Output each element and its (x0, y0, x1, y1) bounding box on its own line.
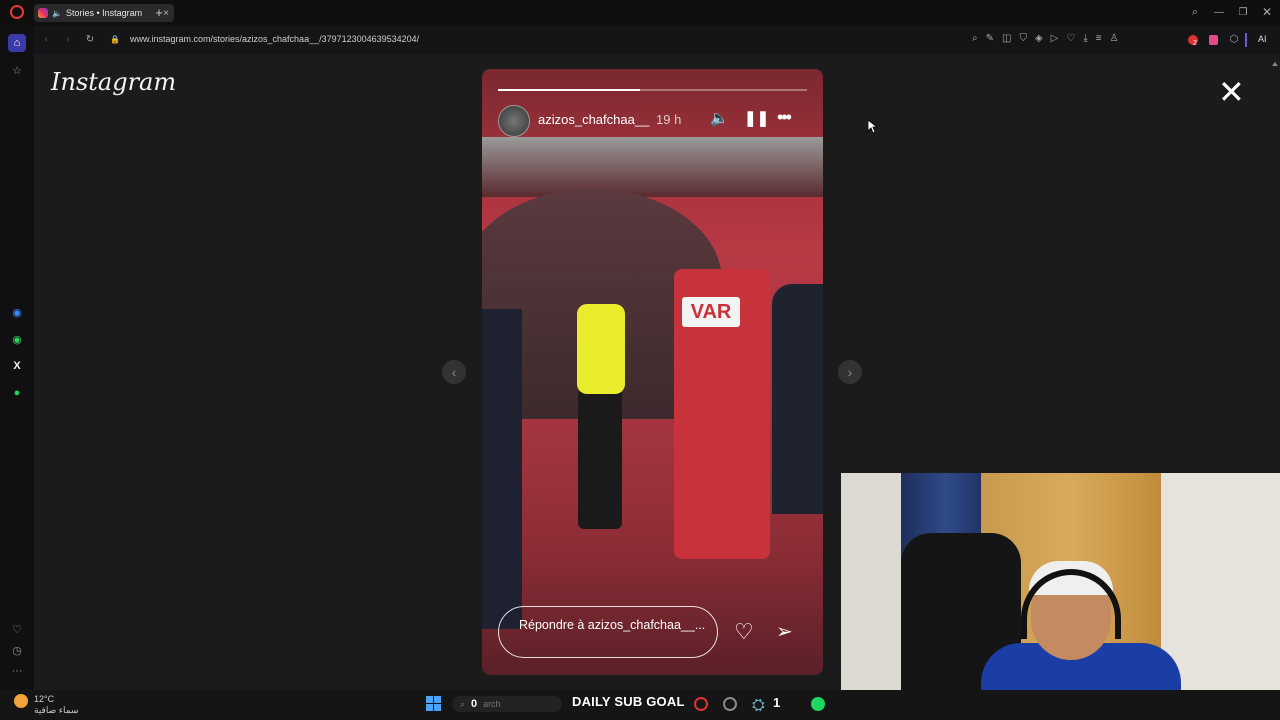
windows-start-icon[interactable] (426, 696, 441, 711)
like-icon[interactable]: ♡ (734, 619, 754, 645)
taskbar-search[interactable]: ⌕ 0 arch (452, 696, 562, 712)
extensions-icon[interactable]: ⬡ (1228, 33, 1240, 45)
obs-icon[interactable] (723, 697, 737, 711)
volume-icon[interactable]: 🔈 (710, 109, 729, 127)
url-input[interactable]: www.instagram.com/stories/azizos_chafcha… (130, 34, 419, 44)
daily-sub-goal-text: DAILY SUB GOAL (572, 694, 685, 709)
counter-text: 1 (773, 695, 781, 710)
play-icon[interactable]: ▷ (1051, 33, 1059, 44)
story-person-left (482, 309, 522, 629)
download-icon[interactable]: ⤓ (1083, 33, 1087, 44)
zoom-icon[interactable]: ⌕ (972, 33, 978, 44)
profile-icon[interactable]: ♙ (1110, 33, 1119, 44)
weather-desc: سماء صافية (34, 705, 79, 715)
opera-logo-icon[interactable] (10, 5, 24, 19)
opera-taskbar-icon[interactable] (694, 697, 708, 711)
instagram-logo[interactable]: Instagram (51, 68, 176, 96)
toolbar-icons: ⌕ ✎ ◫ ⛉ ◈ ▷ ♡ ⤓ ≡ ♙ (972, 33, 1119, 44)
weather-temp[interactable]: 12°C (34, 694, 54, 704)
x-icon[interactable]: X (8, 357, 26, 375)
story-referee (577, 304, 625, 394)
new-tab-button[interactable]: + (152, 5, 166, 20)
restore-button[interactable]: ❐ (1236, 5, 1250, 19)
tab-title: Stories • Instagram (65, 8, 143, 18)
story-progress-fill (498, 89, 641, 91)
menu-icon[interactable]: ≡ (1096, 33, 1102, 44)
search-count: 0 (471, 698, 478, 710)
heart-sidebar-icon[interactable]: ♡ (8, 620, 26, 638)
story-progress-bar (498, 89, 807, 91)
story-person-right (772, 284, 823, 514)
webcam-wall (841, 473, 901, 720)
speaker-icon[interactable]: 🔈 (52, 9, 62, 18)
ai-divider (1245, 33, 1247, 47)
next-story-icon[interactable]: › (838, 360, 862, 384)
instagram-favicon-icon (38, 8, 48, 18)
extension-pink-icon[interactable] (1209, 35, 1218, 45)
ai-button[interactable]: AI (1258, 34, 1267, 44)
heart-icon[interactable]: ♡ (1066, 33, 1075, 44)
edit-icon[interactable]: ✎ (986, 33, 994, 44)
story-viewer[interactable]: VAR azizos_chafchaa__ 19 h 🔈 ❚❚ ••• Répo… (482, 69, 823, 675)
lock-icon[interactable]: 🔒 (110, 33, 120, 45)
webcam-overlay (841, 473, 1280, 720)
history-icon[interactable]: ◷ (8, 641, 26, 659)
story-referee-legs (578, 389, 622, 529)
reload-icon[interactable]: ↻ (84, 33, 96, 45)
spotify-icon[interactable]: ● (8, 384, 26, 402)
more-icon[interactable]: ··· (8, 662, 26, 680)
steam-icon[interactable]: ⛭ (752, 697, 766, 714)
close-story-icon[interactable]: ✕ (1218, 76, 1245, 108)
star-icon[interactable]: ☆ (8, 61, 26, 79)
search-icon: ⌕ (460, 698, 466, 709)
messenger-icon[interactable]: ◉ (8, 303, 26, 321)
shield-icon[interactable]: ⛉ (1019, 33, 1027, 44)
search-tabs-icon[interactable]: ⌕ (1188, 5, 1202, 19)
camera-icon[interactable]: ◫ (1002, 33, 1011, 44)
story-time: 19 h (656, 112, 682, 127)
spotify-taskbar-icon[interactable] (811, 697, 825, 711)
weather-icon[interactable] (14, 694, 28, 708)
more-options-icon[interactable]: ••• (777, 107, 792, 128)
minimize-button[interactable]: — (1212, 5, 1226, 19)
story-background-stands (482, 137, 823, 197)
story-username[interactable]: azizos_chafchaa__ (538, 112, 649, 127)
vpn-icon[interactable]: ◈ (1035, 33, 1043, 44)
extension-badge: 2 (1193, 40, 1197, 47)
close-window-button[interactable]: ✕ (1260, 5, 1274, 19)
tab-bar: 🔈 Stories • Instagram × + ⌕ — ❐ ✕ (0, 0, 1280, 26)
search-placeholder: arch (483, 699, 501, 709)
mouse-cursor (867, 119, 879, 134)
pause-icon[interactable]: ❚❚ (744, 109, 769, 127)
home-icon[interactable]: ⌂ (8, 34, 26, 52)
var-sign: VAR (682, 297, 740, 327)
forward-icon[interactable]: › (62, 33, 74, 45)
whatsapp-icon[interactable]: ◉ (8, 330, 26, 348)
back-icon[interactable]: ‹ (40, 33, 52, 45)
avatar[interactable] (498, 105, 530, 137)
reply-input[interactable]: Répondre à azizos_chafchaa__... (498, 606, 718, 658)
previous-story-icon[interactable]: ‹ (442, 360, 466, 384)
send-icon[interactable]: ➢ (776, 619, 793, 644)
